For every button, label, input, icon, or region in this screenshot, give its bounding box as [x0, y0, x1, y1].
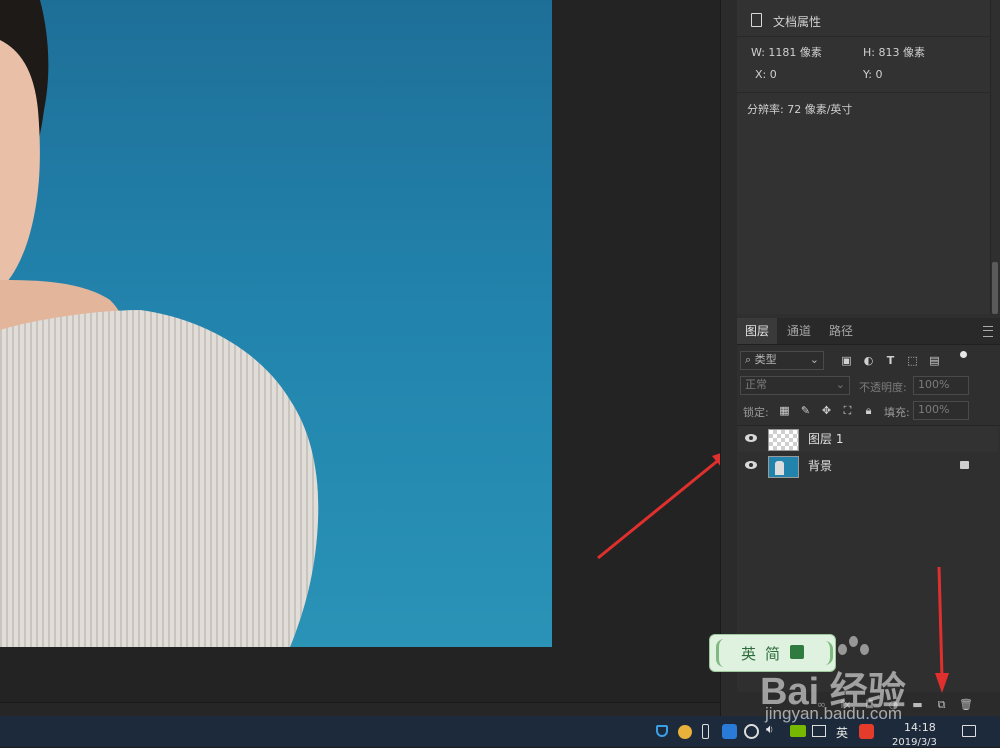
paw-icon: [838, 636, 878, 672]
fill-input[interactable]: 100%: [913, 401, 969, 420]
leaf-icon: [716, 639, 741, 667]
x-value: X: 0: [755, 68, 777, 81]
layer-row[interactable]: 背景: [738, 453, 998, 479]
network-icon[interactable]: [744, 724, 759, 739]
fill-value: 100%: [918, 403, 950, 416]
y-value: Y: 0: [863, 68, 883, 81]
opacity-input[interactable]: 100%: [913, 376, 969, 395]
tab-paths[interactable]: 路径: [821, 318, 861, 344]
divider: [737, 36, 990, 37]
layers-tabs: 图层 通道 路径: [737, 318, 1000, 345]
smart-object-filter-icon[interactable]: ▤: [928, 354, 941, 367]
tab-channels[interactable]: 通道: [779, 318, 819, 344]
shield-icon[interactable]: [656, 725, 668, 737]
height-value: H: 813 像素: [863, 46, 925, 59]
divider: [737, 92, 990, 93]
document-image[interactable]: [0, 0, 552, 647]
fill-label: 填充:: [884, 406, 910, 419]
opacity-value: 100%: [918, 378, 950, 391]
watermark: Bai 经验 jingyan.baidu.com: [760, 630, 1000, 740]
properties-panel: 文档属性 W: 1181 像素 H: 813 像素 X: 0 Y: 0 分辨率:…: [737, 0, 991, 314]
layer-name[interactable]: 背景: [808, 453, 832, 479]
blend-mode-select[interactable]: 正常 ⌄: [740, 376, 850, 395]
watermark-url: jingyan.baidu.com: [765, 704, 903, 723]
filter-toggle-icon[interactable]: [960, 351, 967, 358]
search-icon: ⌕: [745, 353, 752, 366]
layer-name[interactable]: 图层 1: [808, 426, 843, 452]
photo-illustration: [0, 0, 319, 647]
blend-mode-label: 正常: [745, 378, 767, 391]
layer-filter-select[interactable]: ⌕ 类型 ⌄: [740, 351, 824, 370]
adjustment-filter-icon[interactable]: ◐: [862, 354, 875, 367]
chevron-down-icon: ⌄: [809, 353, 819, 366]
width-value: W: 1181 像素: [751, 46, 822, 59]
type-filter-icon[interactable]: T: [884, 354, 897, 367]
properties-scrollbar[interactable]: [992, 262, 998, 314]
canvas-area[interactable]: [0, 0, 730, 702]
eye-icon[interactable]: [745, 461, 757, 469]
lock-position-icon[interactable]: ✥: [820, 404, 833, 417]
app-icon[interactable]: [722, 724, 737, 739]
opacity-label: 不透明度:: [859, 381, 907, 394]
tab-layers[interactable]: 图层: [737, 318, 778, 344]
lock-icon: [960, 461, 969, 469]
panel-menu-icon[interactable]: [983, 326, 993, 337]
lock-all-icon[interactable]: 🔒︎: [862, 404, 875, 417]
layer-row[interactable]: 图层 1: [738, 426, 998, 452]
lock-transparent-icon[interactable]: ▦: [778, 404, 791, 417]
ime-lang[interactable]: 英: [741, 643, 756, 664]
annotation-arrow-icon: [597, 450, 730, 560]
chevron-down-icon: ⌄: [835, 378, 845, 391]
lock-artboard-icon[interactable]: ⛶: [841, 404, 854, 417]
layer-thumbnail: [768, 429, 799, 451]
eye-icon[interactable]: [745, 434, 757, 442]
document-icon: [751, 13, 762, 27]
lock-label: 锁定:: [743, 406, 769, 419]
panel-scroll-column[interactable]: [720, 0, 738, 716]
filter-kind-label: 类型: [754, 353, 777, 366]
resolution-value: 分辨率: 72 像素/英寸: [747, 103, 853, 116]
status-bar: [0, 702, 720, 717]
qq-icon[interactable]: [678, 725, 692, 739]
shape-filter-icon[interactable]: ⬚: [906, 354, 919, 367]
image-filter-icon[interactable]: ▣: [840, 354, 853, 367]
lock-pixels-icon[interactable]: ✎: [799, 404, 812, 417]
layer-thumbnail: [768, 456, 799, 478]
properties-title: 文档属性: [773, 15, 822, 29]
usb-icon[interactable]: [702, 724, 709, 739]
